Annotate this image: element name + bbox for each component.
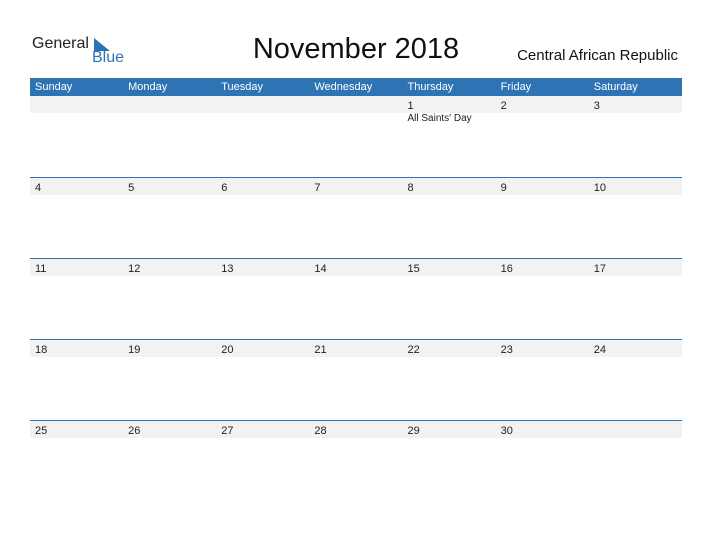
day-number: 7 <box>314 182 321 194</box>
day-cell: 6 <box>216 178 309 195</box>
weekday-header: Sunday Monday Tuesday Wednesday Thursday… <box>30 78 682 96</box>
day-cell: 21 <box>309 340 402 357</box>
day-number: 3 <box>593 100 600 112</box>
day-cell: 1 All Saints' Day <box>403 96 496 124</box>
day-number: 26 <box>128 425 141 437</box>
day-cell: 12 <box>123 259 216 276</box>
day-cell <box>123 96 216 113</box>
day-cell: 7 <box>309 178 402 195</box>
calendar-grid: Sunday Monday Tuesday Wednesday Thursday… <box>30 78 682 501</box>
day-cell: 5 <box>123 178 216 195</box>
day-number: 20 <box>221 344 234 356</box>
day-number: 28 <box>314 425 327 437</box>
day-cell: 18 <box>30 340 123 357</box>
week-row: 18 19 20 21 22 23 24 <box>30 339 682 420</box>
day-number: 11 <box>35 263 47 275</box>
day-cell: 13 <box>216 259 309 276</box>
day-cell: 11 <box>30 259 123 276</box>
day-number: 4 <box>35 182 42 194</box>
day-number: 1 <box>407 100 414 112</box>
day-cell: 29 <box>403 421 496 438</box>
day-cell: 25 <box>30 421 123 438</box>
day-cell <box>309 96 402 113</box>
day-cell: 30 <box>496 421 589 438</box>
week-row: 11 12 13 14 15 16 17 <box>30 258 682 339</box>
day-cell: 10 <box>589 178 682 195</box>
day-cell: 9 <box>496 178 589 195</box>
weekday-saturday: Saturday <box>593 81 638 93</box>
day-number: 30 <box>500 425 513 437</box>
day-cell: 23 <box>496 340 589 357</box>
week-row: 1 All Saints' Day 2 3 <box>30 96 682 177</box>
weekday-monday: Monday <box>128 81 168 93</box>
day-number: 2 <box>500 100 507 112</box>
weeks-container: 1 All Saints' Day 2 3 4 5 6 7 8 9 10 11 12 13 14 15 16 17… <box>30 96 682 501</box>
country-label: Central African Republic <box>517 47 678 64</box>
day-number: 24 <box>593 344 606 356</box>
day-number: 17 <box>593 263 606 275</box>
day-number: 9 <box>500 182 507 194</box>
day-cell <box>216 96 309 113</box>
weekday-friday: Friday <box>500 81 532 93</box>
day-cell <box>589 421 682 438</box>
day-number: 12 <box>128 263 141 275</box>
day-number: 18 <box>35 344 48 356</box>
day-cell: 4 <box>30 178 123 195</box>
day-number: 15 <box>407 263 420 275</box>
day-number: 16 <box>500 263 513 275</box>
date-strip: 18 19 20 21 22 23 24 <box>30 340 682 357</box>
day-number: 19 <box>128 344 141 356</box>
day-number: 25 <box>35 425 48 437</box>
day-cell: 28 <box>309 421 402 438</box>
day-number: 5 <box>128 182 135 194</box>
day-number: 29 <box>407 425 420 437</box>
day-cell: 14 <box>309 259 402 276</box>
day-number: 23 <box>500 344 513 356</box>
day-cell: 15 <box>403 259 496 276</box>
day-number: 22 <box>407 344 420 356</box>
day-cell: 17 <box>589 259 682 276</box>
week-row: 25 26 27 28 29 30 <box>30 420 682 501</box>
week-row: 4 5 6 7 8 9 10 <box>30 177 682 258</box>
day-cell: 22 <box>403 340 496 357</box>
day-cell: 3 <box>589 96 682 113</box>
day-cell: 20 <box>216 340 309 357</box>
holiday-label: All Saints' Day <box>407 113 472 124</box>
day-cell: 27 <box>216 421 309 438</box>
date-strip: 4 5 6 7 8 9 10 <box>30 178 682 195</box>
day-number: 10 <box>593 182 606 194</box>
day-cell: 16 <box>496 259 589 276</box>
day-number: 21 <box>314 344 327 356</box>
weekday-tuesday: Tuesday <box>221 81 264 93</box>
day-cell <box>30 96 123 113</box>
day-number: 13 <box>221 263 234 275</box>
day-number: 27 <box>221 425 234 437</box>
day-number: 14 <box>314 263 327 275</box>
date-strip: 11 12 13 14 15 16 17 <box>30 259 682 276</box>
day-cell: 19 <box>123 340 216 357</box>
day-cell: 26 <box>123 421 216 438</box>
day-number: 6 <box>221 182 228 194</box>
date-strip: 25 26 27 28 29 30 <box>30 421 682 438</box>
day-cell: 8 <box>403 178 496 195</box>
weekday-wednesday: Wednesday <box>314 81 373 93</box>
day-cell: 24 <box>589 340 682 357</box>
day-number: 8 <box>407 182 414 194</box>
day-cell: 2 <box>496 96 589 113</box>
weekday-thursday: Thursday <box>407 81 454 93</box>
date-strip: 1 All Saints' Day 2 3 <box>30 96 682 124</box>
weekday-sunday: Sunday <box>35 81 73 93</box>
